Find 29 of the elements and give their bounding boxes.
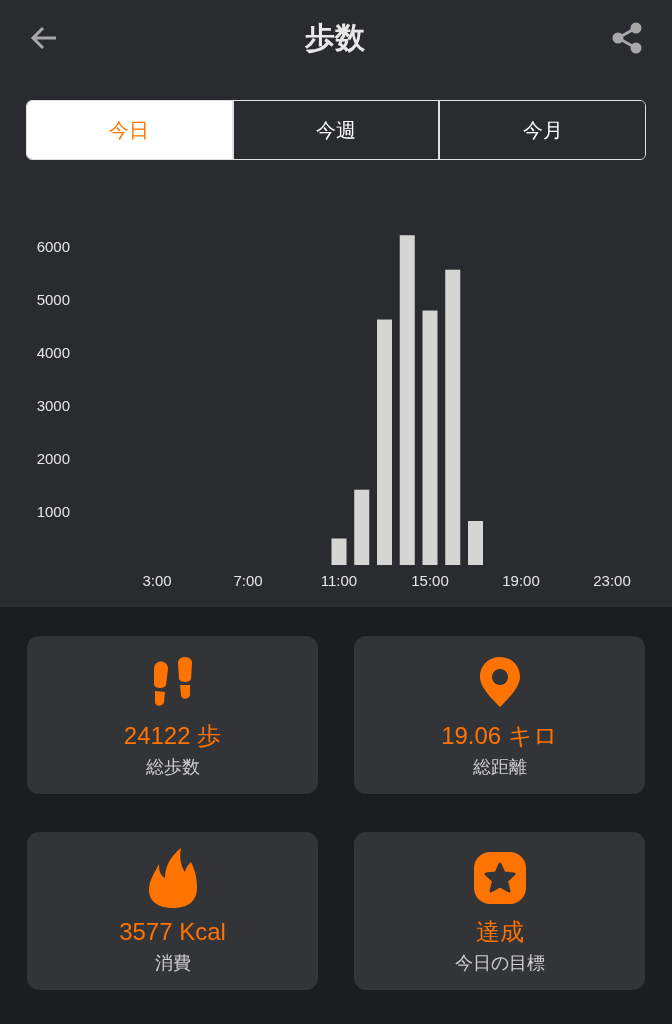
x-axis-label: 7:00: [233, 572, 263, 589]
stat-value: 24122 歩: [123, 721, 222, 751]
stat-label: 総歩数: [145, 756, 200, 779]
period-tab[interactable]: 今月: [438, 101, 645, 159]
x-axis-label: 15:00: [411, 572, 449, 589]
y-axis-label: 3000: [36, 396, 70, 414]
y-axis-label: 6000: [36, 237, 70, 255]
flame-icon: [148, 848, 197, 908]
stat-value: 19.06 キロ: [441, 721, 558, 751]
y-axis-label: 1000: [36, 503, 70, 520]
x-axis-label: 23:00: [593, 572, 631, 589]
stat-value: 達成: [475, 917, 524, 947]
stat-label: 総距離: [472, 756, 527, 779]
y-axis-label: 4000: [36, 343, 70, 361]
chart-bar: [331, 538, 347, 565]
page-title: 歩数: [305, 20, 365, 56]
map-pin-icon: [479, 657, 520, 707]
chart-bar: [468, 521, 483, 565]
share-icon[interactable]: [612, 21, 642, 54]
stat-label: 今日の目標: [454, 952, 545, 975]
back-arrow-icon[interactable]: [30, 25, 58, 50]
y-axis-label: 5000: [36, 290, 70, 308]
x-axis-label: 11:00: [320, 572, 358, 589]
star-badge-icon: [473, 852, 526, 904]
stat-value: 3577 Kcal: [119, 917, 226, 947]
x-axis-label: 19:00: [502, 572, 540, 589]
y-axis-label: 2000: [36, 449, 70, 467]
stat-label: 消費: [154, 952, 191, 975]
x-axis-label: 3:00: [142, 572, 172, 589]
